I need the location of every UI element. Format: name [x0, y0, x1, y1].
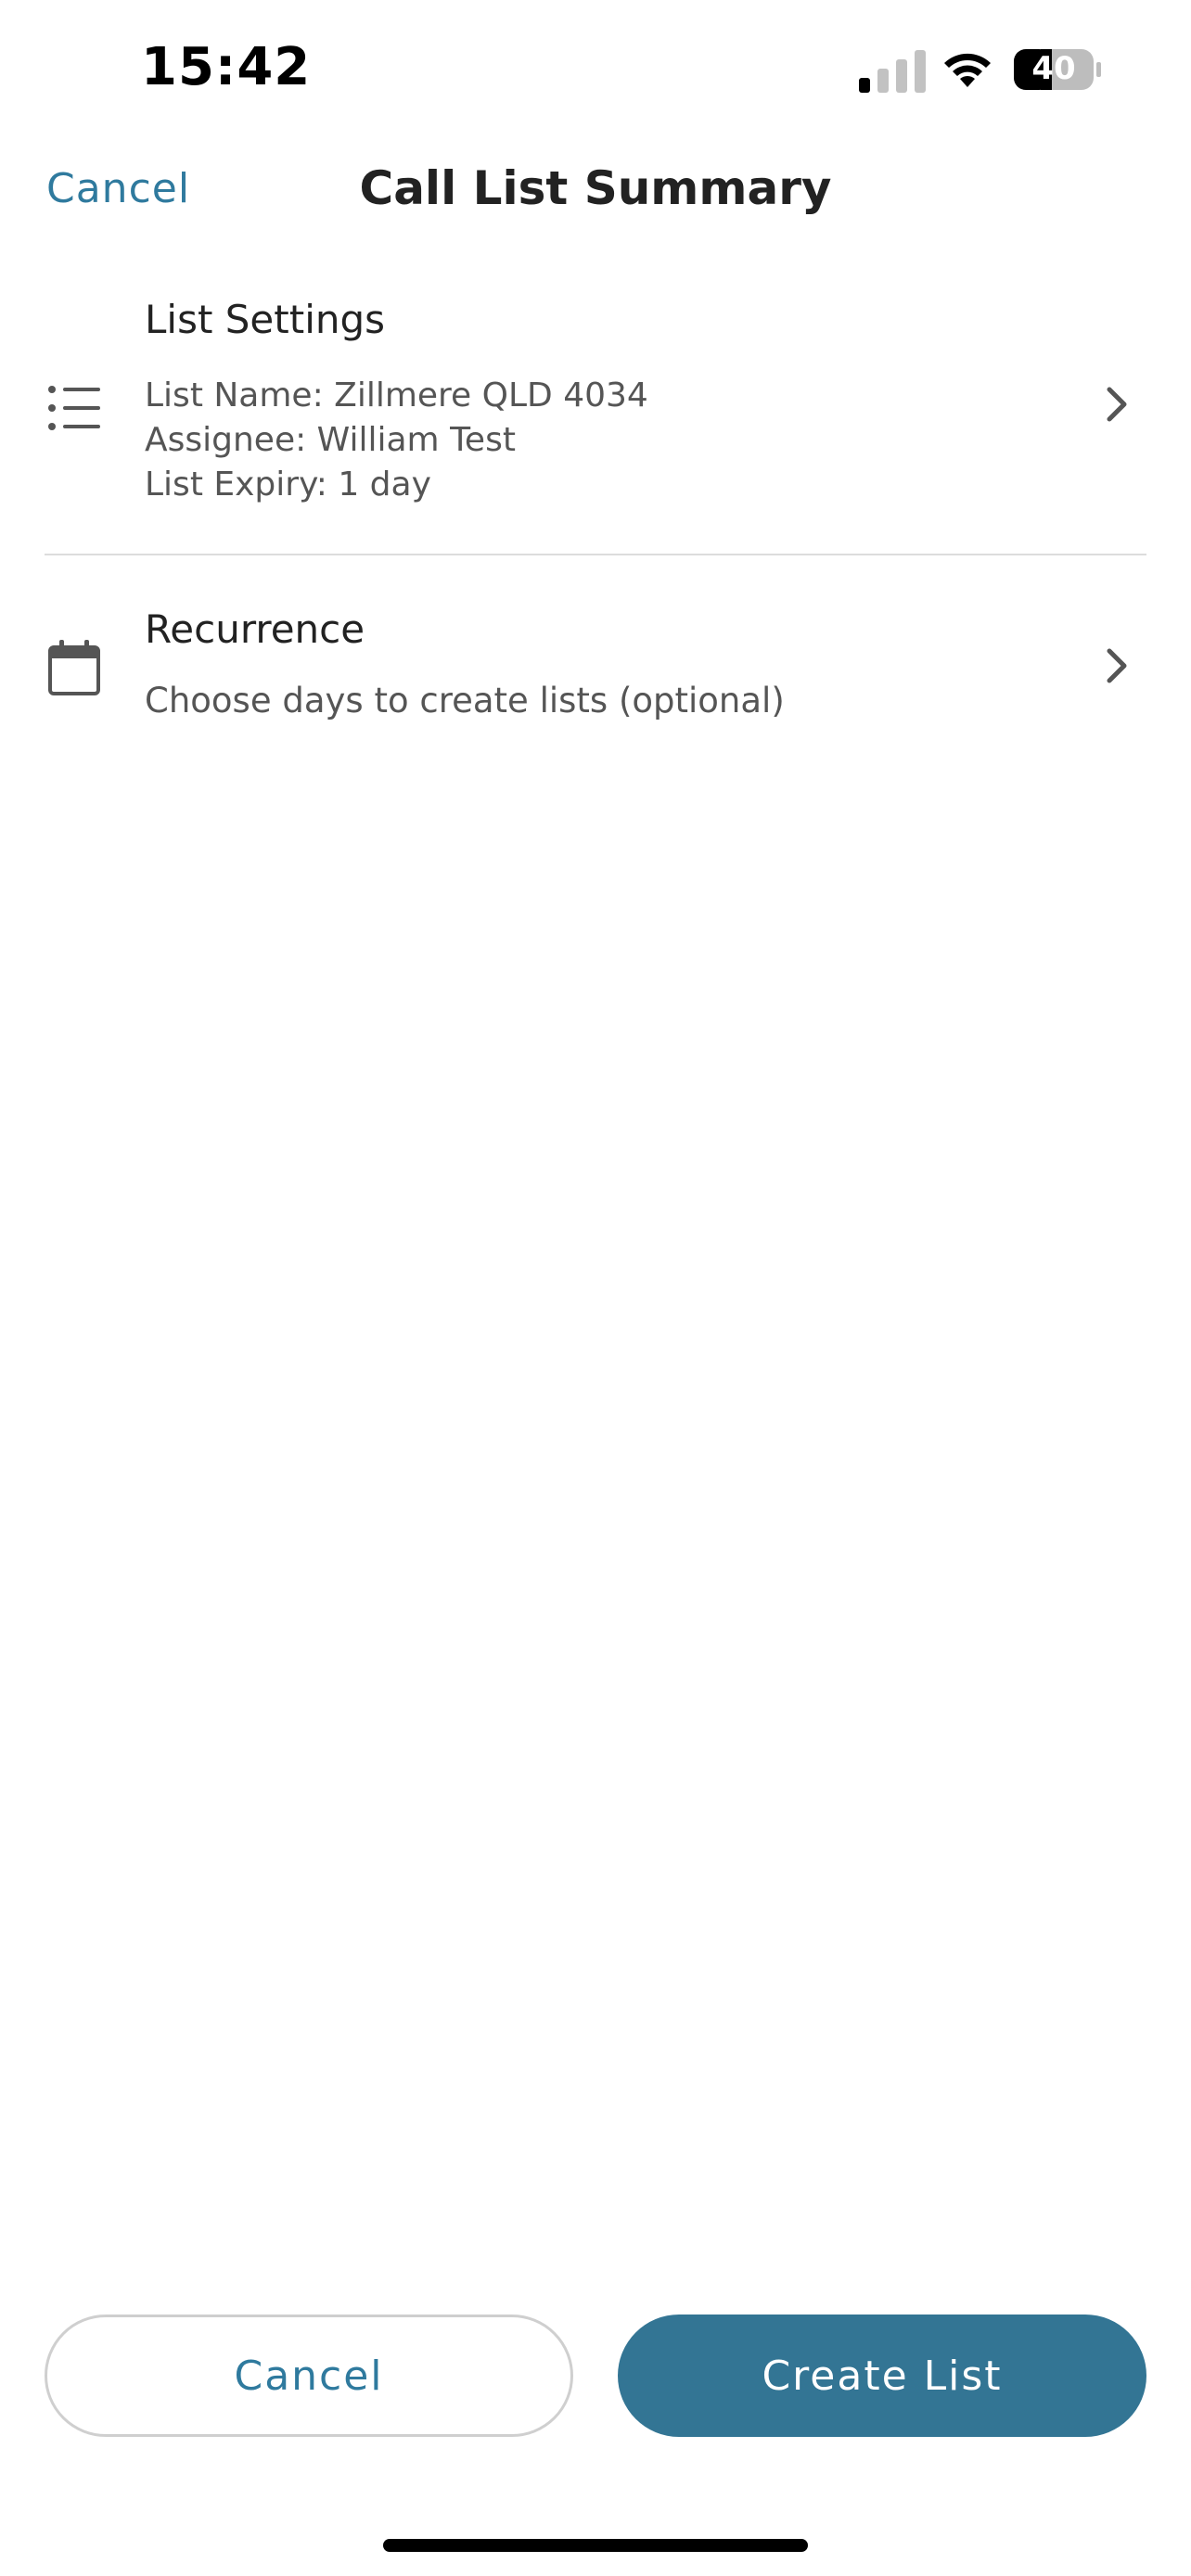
list-settings-title: List Settings — [145, 297, 386, 342]
status-time: 15:42 — [141, 37, 312, 97]
list-icon — [48, 386, 100, 430]
divider — [45, 554, 1146, 555]
wifi-icon — [944, 53, 991, 87]
header: Call List Summary Cancel — [0, 148, 1191, 241]
recurrence-row[interactable]: Recurrence Choose days to create lists (… — [45, 566, 1146, 751]
list-name-value: List Name: Zillmere QLD 4034 — [145, 376, 648, 414]
home-indicator — [383, 2539, 808, 2552]
cancel-button[interactable]: Cancel — [45, 2315, 573, 2437]
status-bar: 15:42 40 — [0, 0, 1191, 139]
battery-icon: 40 — [1013, 48, 1102, 91]
create-list-button[interactable]: Create List — [618, 2315, 1146, 2437]
list-expiry-value: List Expiry: 1 day — [145, 465, 431, 504]
list-settings-row[interactable]: List Settings List Name: Zillmere QLD 40… — [45, 297, 1146, 553]
chevron-right-icon — [1107, 648, 1127, 683]
battery-level: 40 — [1031, 50, 1076, 87]
recurrence-title: Recurrence — [145, 606, 365, 652]
calendar-icon — [48, 640, 100, 695]
chevron-right-icon — [1107, 387, 1127, 422]
header-cancel-button[interactable]: Cancel — [46, 165, 190, 212]
recurrence-subtitle: Choose days to create lists (optional) — [145, 681, 785, 721]
assignee-value: Assignee: William Test — [145, 421, 516, 459]
cellular-signal-icon — [859, 50, 926, 93]
